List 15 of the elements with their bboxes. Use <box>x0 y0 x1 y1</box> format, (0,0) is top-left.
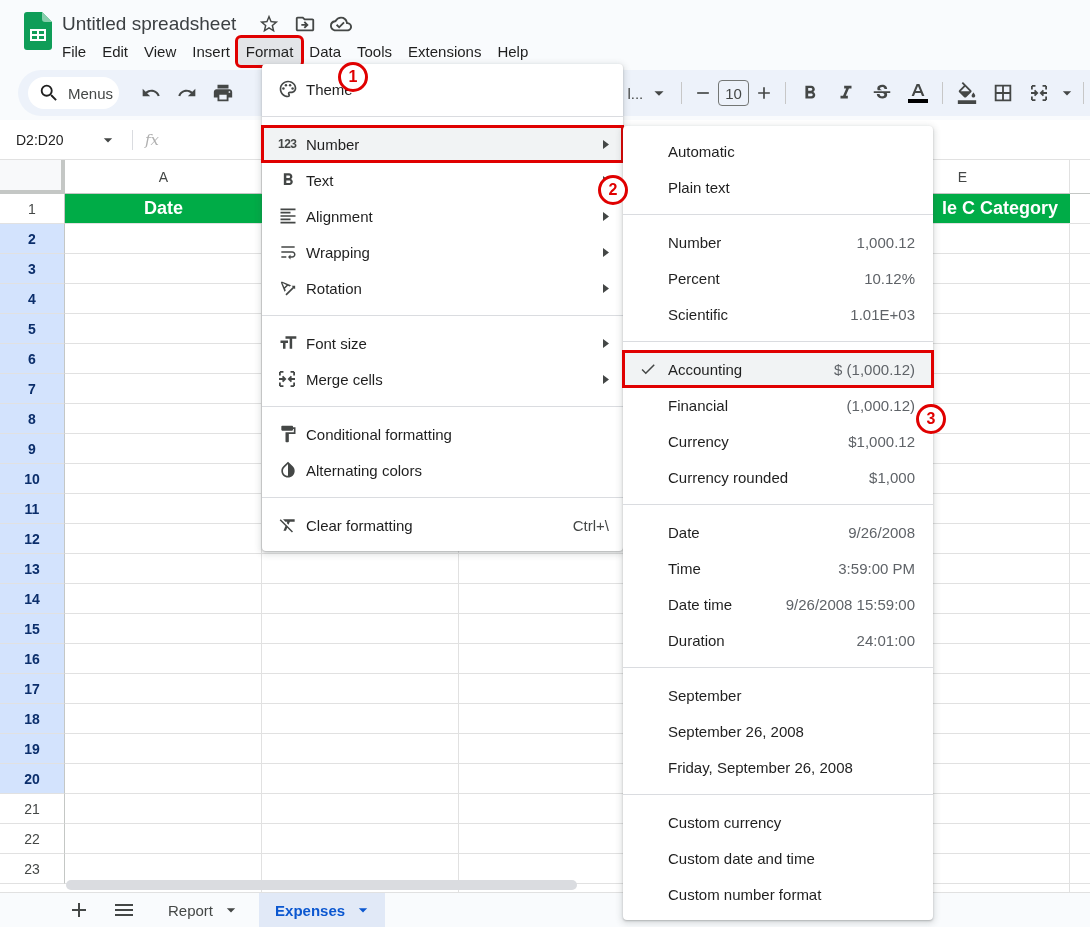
function-icon: fx <box>145 130 159 149</box>
format-example: 1,000.12 <box>856 233 915 251</box>
format-example: 24:01:00 <box>856 631 915 649</box>
format-example: 9/26/2008 15:59:00 <box>785 595 915 613</box>
format-example: $1,000 <box>869 468 915 486</box>
number-format-icon: 123 <box>278 137 297 151</box>
format-example: 1.01E+03 <box>850 305 915 323</box>
format-example: 9/26/2008 <box>848 523 915 541</box>
column-title: Date <box>144 198 183 219</box>
format-example: $1,000.12 <box>848 432 915 450</box>
shortcut-text: Ctrl+\ <box>572 516 609 534</box>
format-example: (1,000.12) <box>846 396 915 414</box>
format-example: 10.12% <box>864 269 915 287</box>
column-title: le C Category <box>941 198 1059 219</box>
format-example: 3:59:00 PM <box>838 559 915 577</box>
